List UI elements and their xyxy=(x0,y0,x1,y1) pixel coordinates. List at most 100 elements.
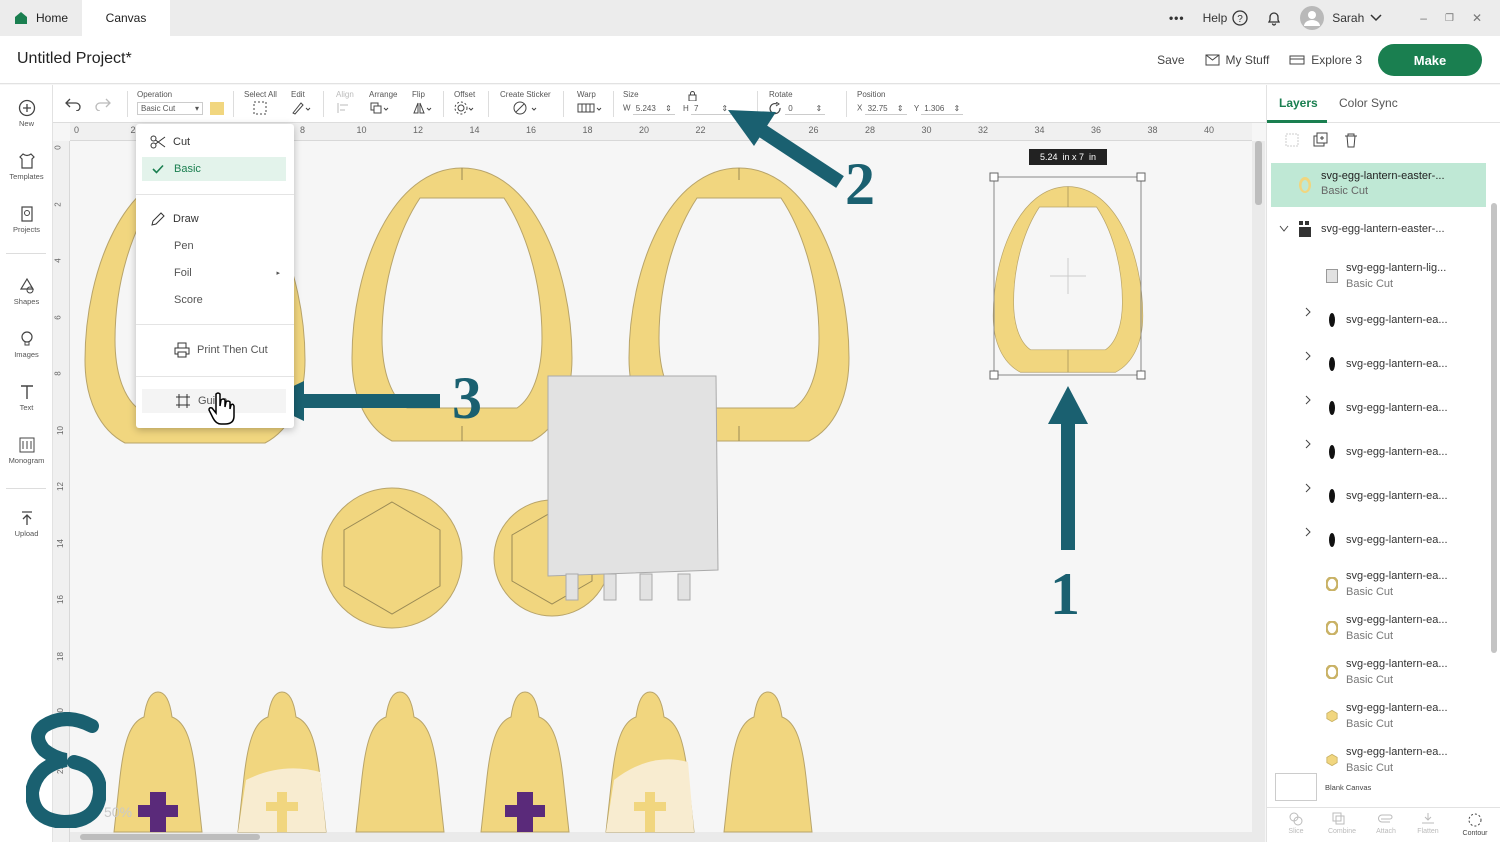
layer-row[interactable]: svg-egg-lantern-ea... xyxy=(1271,519,1487,563)
flatten-icon xyxy=(1422,813,1434,824)
combine-button[interactable]: Combine xyxy=(1322,812,1362,835)
close-window-button[interactable]: ✕ xyxy=(1472,11,1482,25)
layer-name: svg-egg-lantern-lig... xyxy=(1346,262,1447,274)
menu-item-score[interactable]: Score xyxy=(136,290,294,310)
chevron-right-icon[interactable] xyxy=(1304,483,1312,493)
annotation-arrow-1 xyxy=(1048,386,1088,550)
caret-right-icon: ▸ xyxy=(276,270,280,277)
lantern-side-piece[interactable] xyxy=(355,691,445,833)
contour-icon xyxy=(1468,813,1482,827)
menu-item-draw[interactable]: Draw xyxy=(136,209,294,229)
layers-panel: Layers Color Sync svg-egg-lantern-easter… xyxy=(1266,85,1500,842)
layer-row[interactable]: svg-egg-lantern-ea... xyxy=(1271,343,1487,387)
menu-label-score: Score xyxy=(174,294,203,306)
operation-dropdown: Cut Basic Draw Pen Foil ▸ Score Print The… xyxy=(136,124,294,428)
layer-row[interactable]: svg-egg-lantern-ea... Basic Cut xyxy=(1271,563,1487,607)
lantern-side-piece[interactable] xyxy=(723,691,813,833)
contour-button[interactable]: Contour xyxy=(1457,812,1493,837)
light-panel[interactable] xyxy=(547,375,719,601)
menu-item-print-then-cut[interactable]: Print Then Cut xyxy=(136,340,294,360)
layer-name: svg-egg-lantern-ea... xyxy=(1346,490,1448,502)
layer-name: svg-egg-lantern-ea... xyxy=(1346,746,1448,758)
contour-label: Contour xyxy=(1462,830,1488,837)
chevron-right-icon[interactable] xyxy=(1304,439,1312,449)
menu-item-foil[interactable]: Foil ▸ xyxy=(136,263,294,283)
pencil-icon xyxy=(151,212,165,226)
layer-row[interactable]: svg-egg-lantern-ea... Basic Cut xyxy=(1271,695,1487,739)
minimize-button[interactable]: – xyxy=(1420,11,1427,25)
menu-item-basic[interactable]: Basic xyxy=(142,157,286,181)
lantern-side-piece[interactable] xyxy=(480,691,570,833)
layer-row[interactable]: svg-egg-lantern-ea... Basic Cut xyxy=(1271,651,1487,695)
tab-layers[interactable]: Layers xyxy=(1279,96,1318,110)
slice-button[interactable]: Slice xyxy=(1283,812,1309,835)
group-icon[interactable] xyxy=(1285,133,1299,147)
layer-row[interactable]: svg-egg-lantern-ea... Basic Cut xyxy=(1271,607,1487,651)
restore-button[interactable]: ❐ xyxy=(1445,13,1454,24)
explore-label: Explore 3 xyxy=(1311,53,1362,67)
chevron-right-icon[interactable] xyxy=(1304,351,1312,361)
panel-scrollbar[interactable] xyxy=(1489,163,1499,763)
menu-label-foil: Foil xyxy=(174,267,192,279)
blank-canvas-swatch xyxy=(1275,773,1317,801)
flatten-button[interactable]: Flatten xyxy=(1413,812,1443,835)
make-button[interactable]: Make xyxy=(1378,44,1482,76)
duplicate-icon[interactable] xyxy=(1313,132,1329,148)
annotation-label-2: 2 xyxy=(845,151,875,217)
layer-row[interactable]: svg-egg-lantern-ea... xyxy=(1271,475,1487,519)
blank-canvas-row[interactable]: Blank Canvas xyxy=(1275,773,1485,803)
layer-name: svg-egg-lantern-ea... xyxy=(1346,402,1448,414)
hexagon-circle[interactable] xyxy=(321,487,463,629)
layer-group[interactable]: svg-egg-lantern-easter-... xyxy=(1271,217,1486,243)
site-logo xyxy=(26,712,106,828)
hexagon-thumbnail-icon xyxy=(1326,709,1338,723)
attach-label: Attach xyxy=(1376,828,1396,835)
machine-icon xyxy=(1289,55,1305,65)
attach-button[interactable]: Attach xyxy=(1371,812,1401,835)
trash-icon[interactable] xyxy=(1343,132,1359,148)
hand-cursor-icon xyxy=(208,392,235,425)
light-panel-thumbnail-icon xyxy=(1326,269,1338,283)
menu-item-cut[interactable]: Cut xyxy=(136,132,294,152)
menu-divider xyxy=(136,324,294,325)
scissors-icon xyxy=(150,135,166,149)
annotation-label-1: 1 xyxy=(1050,561,1080,627)
dark-shape-thumbnail-icon xyxy=(1329,533,1335,547)
slice-icon xyxy=(1289,812,1303,826)
egg-ring-thumbnail-icon xyxy=(1326,621,1338,635)
dark-shape-thumbnail-icon xyxy=(1329,445,1335,459)
layer-operation: Basic Cut xyxy=(1346,586,1394,598)
chevron-right-icon[interactable] xyxy=(1304,307,1312,317)
chevron-right-icon[interactable] xyxy=(1304,395,1312,405)
scroll-thumb[interactable] xyxy=(1491,203,1497,653)
layer-name: svg-egg-lantern-ea... xyxy=(1346,446,1448,458)
blank-canvas-label: Blank Canvas xyxy=(1325,783,1372,792)
layer-row[interactable]: svg-egg-lantern-ea... xyxy=(1271,299,1487,343)
menu-item-pen[interactable]: Pen xyxy=(136,236,294,256)
layer-group-name: svg-egg-lantern-easter-... xyxy=(1321,223,1445,235)
egg-ring-thumbnail-icon xyxy=(1326,665,1338,679)
scroll-thumb[interactable] xyxy=(1255,141,1262,205)
menu-label-draw: Draw xyxy=(173,213,199,225)
layer-name: svg-egg-lantern-ea... xyxy=(1346,570,1448,582)
bell-icon[interactable] xyxy=(1266,10,1282,26)
user-name: Sarah xyxy=(1332,11,1365,25)
user-menu[interactable]: Sarah xyxy=(1300,6,1382,30)
layer-row[interactable]: svg-egg-lantern-lig... Basic Cut xyxy=(1271,255,1487,299)
layer-row[interactable]: svg-egg-lantern-ea... xyxy=(1271,431,1487,475)
chevron-right-icon[interactable] xyxy=(1304,527,1312,537)
lantern-side-piece[interactable] xyxy=(605,691,695,833)
zoom-level[interactable]: 50% xyxy=(104,804,132,820)
layer-tools: Slice Combine Attach Flatten Contour xyxy=(1267,807,1500,842)
chevron-down-icon[interactable] xyxy=(1279,225,1289,233)
menu-divider xyxy=(136,194,294,195)
layer-row[interactable]: svg-egg-lantern-ea... xyxy=(1271,387,1487,431)
lantern-side-piece[interactable] xyxy=(237,691,327,833)
explore-button[interactable]: Explore 3 xyxy=(1289,53,1362,67)
tab-active-indicator xyxy=(1267,120,1327,123)
layer-name: svg-egg-lantern-ea... xyxy=(1346,614,1448,626)
dark-shape-thumbnail-icon xyxy=(1329,313,1335,327)
tab-color-sync[interactable]: Color Sync xyxy=(1339,96,1398,110)
vertical-scrollbar[interactable] xyxy=(1252,141,1265,842)
layer-selected[interactable]: svg-egg-lantern-easter-... Basic Cut xyxy=(1271,163,1486,207)
